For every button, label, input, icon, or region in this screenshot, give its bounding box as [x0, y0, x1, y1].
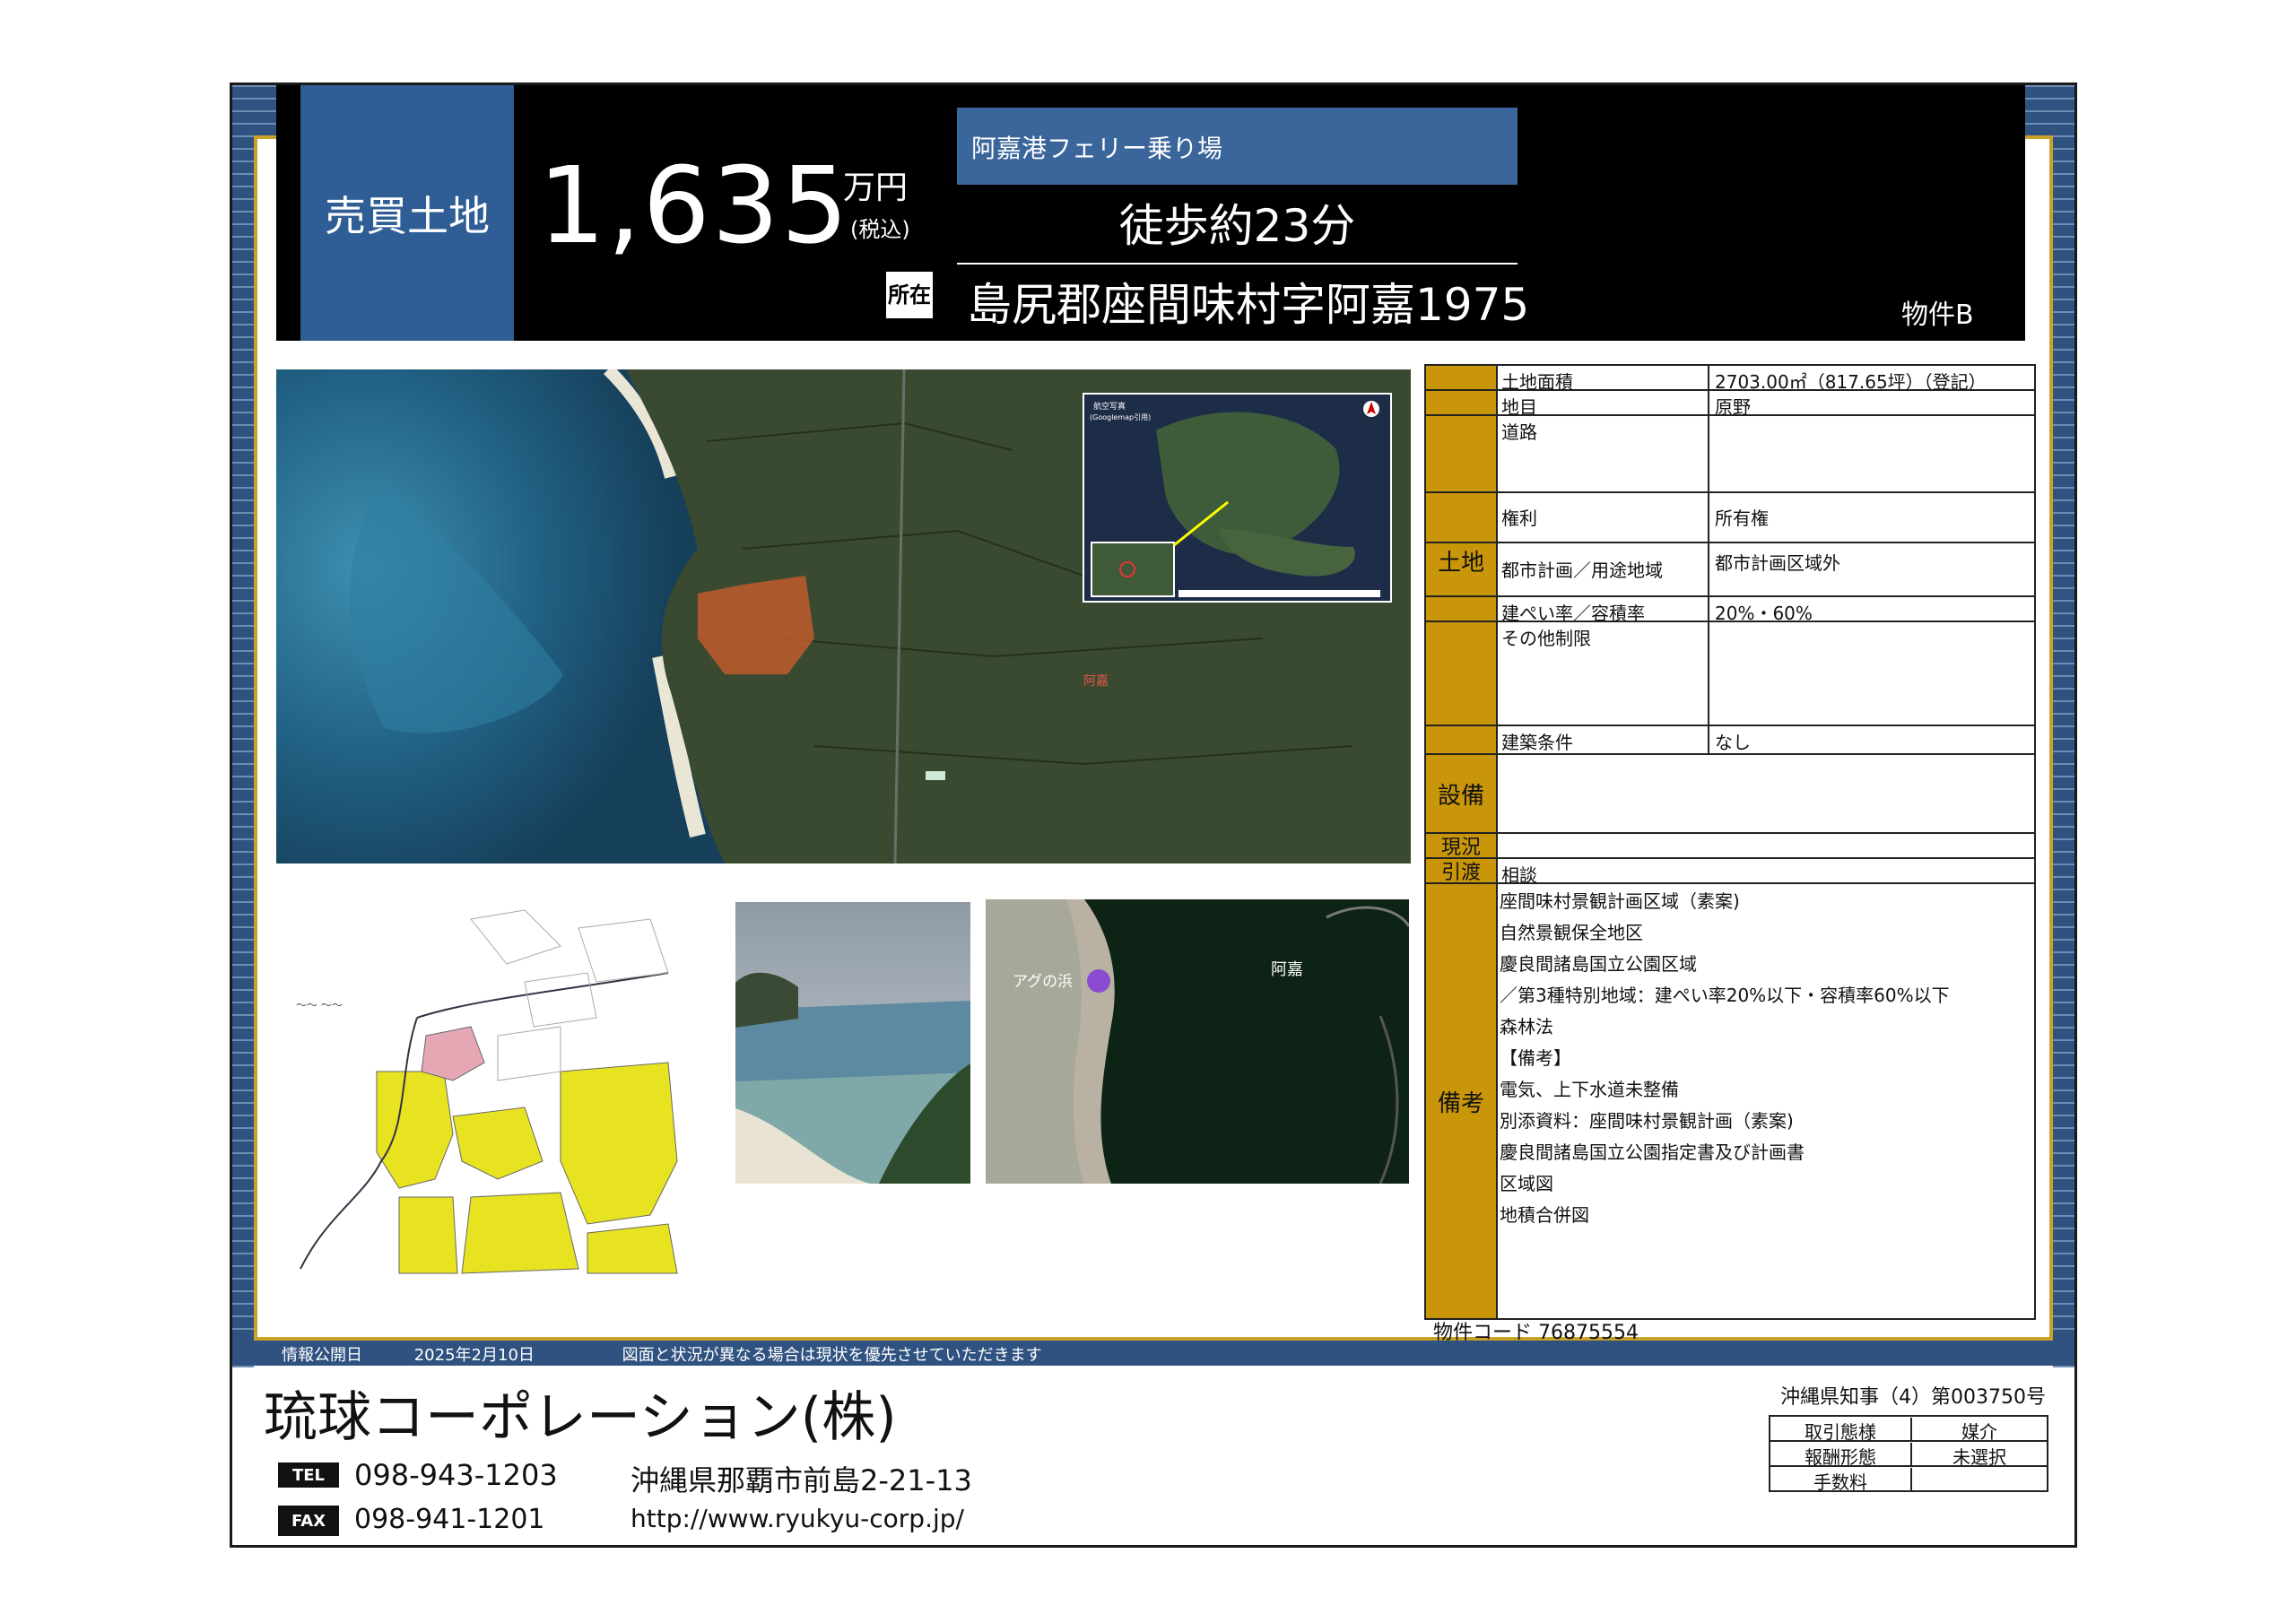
location-inset-map: 航空写真 (Googlemap引用)	[1083, 393, 1392, 603]
decorative-stripe-left	[232, 85, 254, 1367]
info-strip: 情報公開日 2025年2月10日 図面と状況が異なる場合は現状を優先させていただ…	[282, 1342, 1042, 1366]
company-url-link[interactable]: http://www.ryukyu-corp.jp/	[631, 1504, 964, 1533]
disclaimer: 図面と状況が異なる場合は現状を優先させていただきます	[622, 1346, 1042, 1365]
property-address: 島尻郡座間味村字阿嘉1975	[967, 279, 1530, 331]
phone-icon: TEL	[278, 1462, 339, 1488]
price-tax-note: (税込)	[850, 217, 910, 242]
property-code: 物件コード 76875554	[1433, 1322, 1639, 1344]
table-row: 報酬形態 未選択	[1770, 1442, 2047, 1468]
spec-table: 土地 土地面積 2703.00㎡（817.65坪）（登記） 地目 原野 道路 権…	[1424, 364, 2036, 1320]
handover-row: 引渡 相談	[1426, 859, 2034, 886]
category-remarks: 備考	[1426, 884, 1498, 1318]
aerial-area-label: 阿嘉	[1083, 674, 1109, 689]
fax-number: 098-941-1201	[354, 1504, 545, 1535]
license-number: 沖縄県知事（4）第003750号	[1780, 1386, 2046, 1409]
address-icon: 所在	[886, 272, 933, 318]
table-row: 取引態様 媒介	[1770, 1417, 2047, 1443]
table-row: 土地面積 2703.00㎡（817.65坪）（登記）	[1426, 366, 2034, 393]
published-date: 2025年2月10日	[413, 1346, 535, 1365]
company-name: 琉球コーポレーション(株)	[264, 1386, 897, 1449]
table-row: 道路	[1426, 416, 2034, 493]
table-row: 都市計画／用途地域 都市計画区域外	[1426, 543, 2034, 597]
phone-number[interactable]: 098-943-1203	[354, 1458, 558, 1492]
property-type: 売買土地	[300, 85, 514, 341]
svg-text:(Googlemap引用): (Googlemap引用)	[1090, 413, 1151, 421]
price: 1,635	[538, 143, 850, 267]
company-address: 沖縄県那覇市前島2-21-13	[631, 1463, 972, 1497]
transaction-table: 取引態様 媒介 報酬形態 未選択 手数料	[1769, 1415, 2048, 1493]
price-unit: 万円	[843, 169, 909, 206]
remarks-notes: 座間味村景観計画区域（素案) 自然景観保全地区 慶良間諸島国立公園区域 ／第3種特別…	[1500, 890, 1950, 1226]
divider	[957, 263, 1518, 265]
property-id-label: 物件B	[1901, 299, 1974, 331]
current-status-row: 現況	[1426, 834, 2034, 859]
satellite-beach-map: アグの浜 阿嘉	[986, 899, 1409, 1184]
decorative-stripe-right	[2053, 85, 2074, 1367]
table-row: 地目 原野	[1426, 391, 2034, 418]
table-row: 手数料	[1770, 1467, 2047, 1493]
svg-text:航空写真: 航空写真	[1093, 401, 1126, 412]
fax-icon: FAX	[278, 1506, 339, 1536]
walk-time: 徒歩約23分	[1118, 200, 1356, 252]
beach-map-area-label: 阿嘉	[1271, 960, 1303, 979]
beach-label: アグの浜	[1013, 973, 1073, 991]
site-photo	[735, 902, 970, 1184]
table-row: 建築条件 なし	[1426, 726, 2034, 755]
published-label: 情報公開日	[282, 1346, 362, 1365]
nearest-station: 阿嘉港フェリー乗り場	[957, 108, 1518, 185]
table-row: 権利 所有権	[1426, 493, 2034, 543]
cadastral-map: ～～ ～～	[291, 892, 686, 1278]
svg-text:～～ ～～: ～～ ～～	[296, 999, 343, 1011]
table-row: 建ぺい率／容積率 20%・60%	[1426, 597, 2034, 624]
equipment-row: 設備	[1426, 755, 2034, 834]
table-row: その他制限	[1426, 622, 2034, 726]
